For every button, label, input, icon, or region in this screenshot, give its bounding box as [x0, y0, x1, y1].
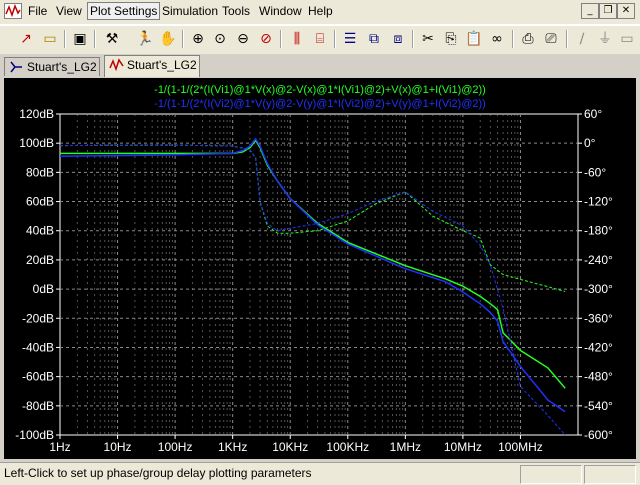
new-schematic-icon[interactable]: ↗	[16, 29, 36, 49]
y-left-tick-label: -40dB	[22, 340, 54, 354]
y-right-tick-label: -360°	[584, 311, 613, 325]
magnitude-trace	[59, 137, 566, 413]
toolbar: ↗ ▭ ▣ ⚒ 🏃 ✋ ⊕ ⊙ ⊖ ⊘ ⫼ ⌸ ☰ ⧉ ⧈ ✂ ⎘ 📋 ∞ ⎙ …	[0, 25, 640, 55]
ground-icon[interactable]: ⏚	[595, 29, 615, 49]
toolbar-separator	[64, 30, 66, 48]
close-icon[interactable]: ✕	[617, 3, 635, 19]
tile-windows-icon[interactable]: ⧈	[388, 29, 408, 49]
y-left-tick-label: 60dB	[26, 195, 54, 209]
tab-schematic[interactable]: Stuart's_LG2	[4, 57, 100, 76]
magnitude-trace	[60, 138, 566, 389]
tab-bar: Stuart's_LG2 Stuart's_LG2	[0, 54, 640, 78]
menu-help[interactable]: Help	[308, 4, 333, 18]
add-trace-icon[interactable]: ⌸	[310, 29, 330, 49]
toolbar-separator	[512, 30, 514, 48]
toolbar-separator	[334, 30, 336, 48]
y-right-tick-label: -240°	[584, 253, 613, 267]
toolbar-separator	[94, 30, 96, 48]
waveform-plot-pane[interactable]: -1/(1-1/(2*(I(Vi1)@1*V(x)@2-V(x)@1*I(Vi1…	[4, 78, 636, 459]
run-simulation-icon[interactable]: 🏃	[135, 29, 155, 49]
x-tick-label: 1Hz	[49, 440, 70, 454]
menu-tools[interactable]: Tools	[222, 4, 250, 18]
tab-waveform[interactable]: Stuart's_LG2	[104, 55, 200, 77]
schematic-icon	[10, 61, 22, 73]
status-text: Left-Click to set up phase/group delay p…	[4, 466, 312, 480]
y-right-tick-label: -420°	[584, 340, 613, 354]
y-right-tick-label: 60°	[584, 107, 602, 121]
minimize-icon[interactable]: _	[581, 3, 599, 19]
y-right-tick-label: -300°	[584, 282, 613, 296]
zoom-out-icon[interactable]: ⊖	[233, 29, 253, 49]
y-left-tick-label: -20dB	[22, 311, 54, 325]
y-left-tick-label: 80dB	[26, 165, 54, 179]
menu-view[interactable]: View	[56, 4, 82, 18]
y-left-tick-label: 20dB	[26, 253, 54, 267]
zoom-in-icon[interactable]: ⊕	[188, 29, 208, 49]
save-icon[interactable]: ▣	[70, 29, 90, 49]
paste-icon[interactable]: 📋	[464, 29, 484, 49]
x-tick-label: 100MHz	[498, 440, 543, 454]
y-right-tick-label: -180°	[584, 224, 613, 238]
tab-label: Stuart's_LG2	[127, 58, 197, 72]
copy-icon[interactable]: ⎘	[441, 29, 461, 49]
y-right-tick-label: -120°	[584, 195, 613, 209]
app-waveform-icon[interactable]	[4, 3, 22, 19]
x-tick-label: 100Hz	[158, 440, 193, 454]
cut-icon[interactable]: ✂	[418, 29, 438, 49]
x-tick-label: 10Hz	[104, 440, 132, 454]
toolbar-separator	[412, 30, 414, 48]
control-panel-hammer-icon[interactable]: ⚒	[102, 29, 122, 49]
halt-hand-icon[interactable]: ✋	[158, 29, 178, 49]
y-right-tick-label: -540°	[584, 399, 613, 413]
tile-horizontal-icon[interactable]: ☰	[340, 29, 360, 49]
status-bar: Left-Click to set up phase/group delay p…	[0, 462, 640, 485]
find-binoculars-icon[interactable]: ∞	[487, 29, 507, 49]
y-left-tick-label: 0dB	[33, 282, 54, 296]
autorange-icon[interactable]: ⫼	[287, 29, 307, 49]
trace-expression-label: -1/(1-1/(2*(I(Vi1)@1*V(x)@2-V(x)@1*I(Vi1…	[154, 84, 486, 96]
trace-expression-label: -1/(1-1/(2*(I(Vi2)@1*V(y)@2-V(y)@1*I(Vi2…	[154, 98, 486, 110]
x-tick-label: 1KHz	[218, 440, 247, 454]
x-tick-label: 10KHz	[272, 440, 308, 454]
x-tick-label: 10MHz	[444, 440, 482, 454]
y-left-tick-label: 100dB	[19, 136, 54, 150]
y-left-tick-label: 120dB	[19, 107, 54, 121]
zoom-fit-icon[interactable]: ⊘	[256, 29, 276, 49]
menu-file[interactable]: File	[28, 4, 47, 18]
restore-icon[interactable]: ❐	[599, 3, 617, 19]
waveform-glyph	[5, 4, 21, 18]
open-folder-icon[interactable]: ▭	[40, 29, 60, 49]
x-tick-label: 100KHz	[326, 440, 369, 454]
menu-simulation[interactable]: Simulation	[162, 4, 218, 18]
print-preview-icon[interactable]: ⎙	[518, 29, 538, 49]
plot-frame	[59, 113, 579, 436]
bode-plot[interactable]: -1/(1-1/(2*(I(Vi1)@1*V(x)@2-V(x)@1*I(Vi1…	[4, 78, 636, 459]
menu-bar: File View Plot Settings Simulation Tools…	[0, 0, 640, 25]
status-panel	[584, 465, 636, 484]
x-tick-label: 1MHz	[390, 440, 421, 454]
y-right-tick-label: -60°	[584, 165, 606, 179]
y-right-tick-label: -480°	[584, 370, 613, 384]
y-left-tick-label: 40dB	[26, 224, 54, 238]
menu-plot-settings[interactable]: Plot Settings	[87, 2, 161, 20]
toolbar-separator	[182, 30, 184, 48]
draw-wire-icon[interactable]: ∕	[572, 29, 592, 49]
label-net-icon[interactable]: ▭	[617, 29, 637, 49]
y-left-tick-label: -80dB	[22, 399, 54, 413]
y-left-tick-label: -100dB	[15, 428, 54, 442]
tab-label: Stuart's_LG2	[27, 60, 97, 74]
y-right-tick-label: -600°	[584, 428, 613, 442]
waveform-icon	[109, 58, 124, 72]
menu-window[interactable]: Window	[259, 4, 302, 18]
print-icon[interactable]: ⎚	[541, 29, 561, 49]
y-right-tick-label: 0°	[584, 136, 596, 150]
toolbar-separator	[566, 30, 568, 48]
toolbar-separator	[280, 30, 282, 48]
y-left-tick-label: -60dB	[22, 370, 54, 384]
status-panel	[520, 465, 582, 484]
phase-trace	[59, 144, 566, 436]
pan-icon[interactable]: ⊙	[210, 29, 230, 49]
cascade-windows-icon[interactable]: ⧉	[364, 29, 384, 49]
